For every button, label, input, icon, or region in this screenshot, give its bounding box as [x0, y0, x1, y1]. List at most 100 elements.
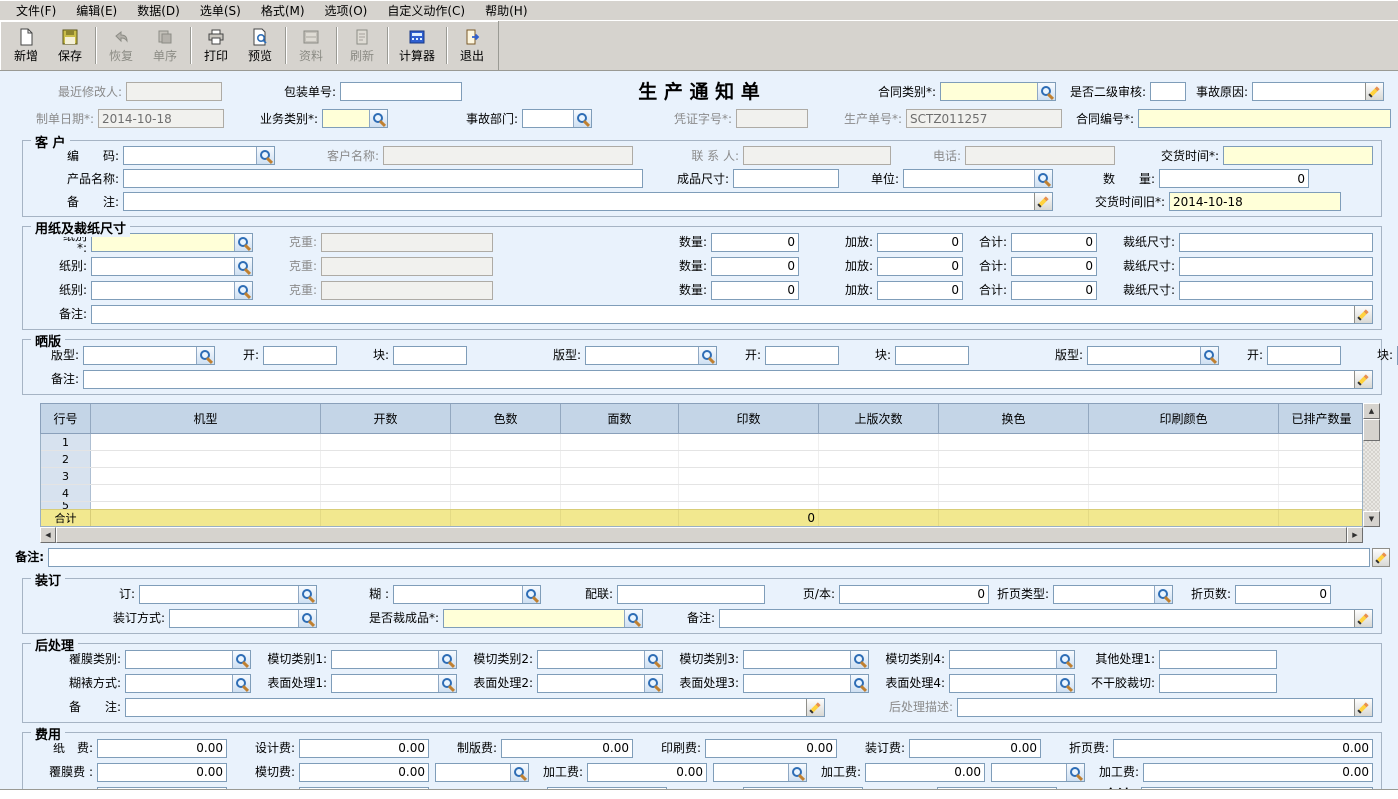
paste-method-field[interactable] — [125, 674, 251, 693]
process-fee-2-field[interactable] — [865, 763, 985, 782]
lookup-icon[interactable] — [1200, 347, 1218, 364]
film-type-field[interactable] — [125, 650, 251, 669]
paper-sum-field-3[interactable] — [1011, 281, 1097, 300]
edit-pencil-icon[interactable] — [1354, 610, 1372, 627]
delivery-time-field[interactable] — [1223, 146, 1373, 165]
contract-no-field[interactable] — [1138, 109, 1391, 128]
paper-add-field-2[interactable] — [877, 257, 963, 276]
cut-size-field-2[interactable] — [1179, 257, 1373, 276]
weight-field-1[interactable] — [321, 233, 493, 252]
menu-custom-action[interactable]: 自定义动作(C) — [377, 0, 475, 21]
lookup-icon[interactable] — [1034, 170, 1052, 187]
lookup-icon[interactable] — [234, 258, 252, 275]
fold-count-field[interactable] — [1235, 585, 1331, 604]
edit-pencil-icon[interactable] — [1354, 699, 1372, 716]
edit-pencil-icon[interactable] — [1372, 548, 1390, 567]
lookup-icon[interactable] — [369, 110, 387, 127]
package-no-field[interactable] — [340, 82, 462, 101]
grid-row-5[interactable]: 5 — [41, 502, 1362, 509]
paper-fee-field[interactable] — [97, 739, 227, 758]
lookup-icon[interactable] — [573, 110, 591, 127]
grid-remark-field[interactable] — [48, 548, 1370, 567]
lookup-icon[interactable] — [850, 675, 868, 692]
scroll-up-icon[interactable]: ▲ — [1363, 403, 1380, 419]
exit-button[interactable]: 退出 — [450, 23, 494, 68]
fold-type-field[interactable] — [1053, 585, 1173, 604]
paper-sum-field-2[interactable] — [1011, 257, 1097, 276]
lookup-icon[interactable] — [522, 586, 540, 603]
contract-type-field[interactable] — [940, 82, 1056, 101]
pages-per-book-field[interactable] — [839, 585, 989, 604]
plate-remark-field[interactable] — [83, 370, 1373, 389]
fee-lookup-2[interactable] — [713, 763, 807, 782]
accident-reason-field[interactable] — [1252, 82, 1384, 101]
production-no-field[interactable] — [906, 109, 1062, 128]
paper-add-field-3[interactable] — [877, 281, 963, 300]
lookup-icon[interactable] — [1037, 83, 1055, 100]
collate-field[interactable] — [617, 585, 765, 604]
lookup-icon[interactable] — [1056, 675, 1074, 692]
kai-field-1[interactable] — [263, 346, 337, 365]
cut-size-field-1[interactable] — [1179, 233, 1373, 252]
lookup-icon[interactable] — [298, 610, 316, 627]
die-cut-4-field[interactable] — [949, 650, 1075, 669]
phone-field[interactable] — [965, 146, 1115, 165]
scroll-right-icon[interactable]: ▶ — [1347, 527, 1363, 543]
contact-field[interactable] — [743, 146, 891, 165]
voucher-no-field[interactable] — [736, 109, 808, 128]
block-field-2[interactable] — [895, 346, 969, 365]
paper-type-field-2[interactable] — [91, 257, 253, 276]
print-button[interactable]: 打印 — [194, 23, 238, 68]
grid-row-3[interactable]: 3 — [41, 468, 1362, 485]
grid-row-4[interactable]: 4 — [41, 485, 1362, 502]
plate-type-field-1[interactable] — [83, 346, 215, 365]
menu-form[interactable]: 选单(S) — [190, 0, 251, 21]
bind-method-field[interactable] — [169, 609, 317, 628]
process-fee-3-field[interactable] — [1143, 763, 1373, 782]
post-desc-field[interactable] — [957, 698, 1373, 717]
paper-sum-field-1[interactable] — [1011, 233, 1097, 252]
lookup-icon[interactable] — [232, 651, 250, 668]
lookup-icon[interactable] — [850, 651, 868, 668]
surface-3-field[interactable] — [743, 674, 869, 693]
menu-file[interactable]: 文件(F) — [6, 0, 66, 21]
lookup-icon[interactable] — [234, 234, 252, 251]
lookup-icon[interactable] — [788, 764, 806, 781]
lookup-icon[interactable] — [1154, 586, 1172, 603]
surface-4-field[interactable] — [949, 674, 1075, 693]
sticker-cut-field[interactable] — [1159, 674, 1277, 693]
kai-field-2[interactable] — [765, 346, 839, 365]
lookup-icon[interactable] — [196, 347, 214, 364]
staple-field[interactable] — [139, 585, 317, 604]
grid-vertical-scrollbar[interactable]: ▲ ▼ — [1363, 403, 1380, 527]
paper-add-field-1[interactable] — [877, 233, 963, 252]
edit-pencil-icon[interactable] — [1034, 193, 1052, 210]
post-remark-field[interactable] — [125, 698, 825, 717]
die-cut-1-field[interactable] — [331, 650, 457, 669]
surface-2-field[interactable] — [537, 674, 663, 693]
menu-help[interactable]: 帮助(H) — [475, 0, 537, 21]
film-fee-field[interactable] — [97, 763, 227, 782]
save-button[interactable]: 保存 — [48, 23, 92, 68]
weight-field-2[interactable] — [321, 257, 493, 276]
lookup-icon[interactable] — [1066, 764, 1084, 781]
paper-remark-field[interactable] — [91, 305, 1373, 324]
lookup-icon[interactable] — [698, 347, 716, 364]
customer-remark-field[interactable] — [123, 192, 1053, 211]
edit-pencil-icon[interactable] — [1354, 306, 1372, 323]
scroll-thumb[interactable] — [56, 527, 1347, 543]
grid-row-2[interactable]: 2 — [41, 451, 1362, 468]
edit-pencil-icon[interactable] — [1365, 83, 1383, 100]
menu-data[interactable]: 数据(D) — [127, 0, 190, 21]
glue-field[interactable] — [393, 585, 541, 604]
scroll-left-icon[interactable]: ◀ — [40, 527, 56, 543]
grid-horizontal-scrollbar[interactable]: ◀ ▶ — [40, 527, 1363, 543]
business-type-field[interactable] — [322, 109, 388, 128]
accident-dept-field[interactable] — [522, 109, 592, 128]
preview-button[interactable]: 预览 — [238, 23, 282, 68]
design-fee-field[interactable] — [299, 739, 429, 758]
scroll-down-icon[interactable]: ▼ — [1363, 511, 1380, 527]
unit-field[interactable] — [903, 169, 1053, 188]
die-fee-field[interactable] — [299, 763, 429, 782]
die-cut-2-field[interactable] — [537, 650, 663, 669]
